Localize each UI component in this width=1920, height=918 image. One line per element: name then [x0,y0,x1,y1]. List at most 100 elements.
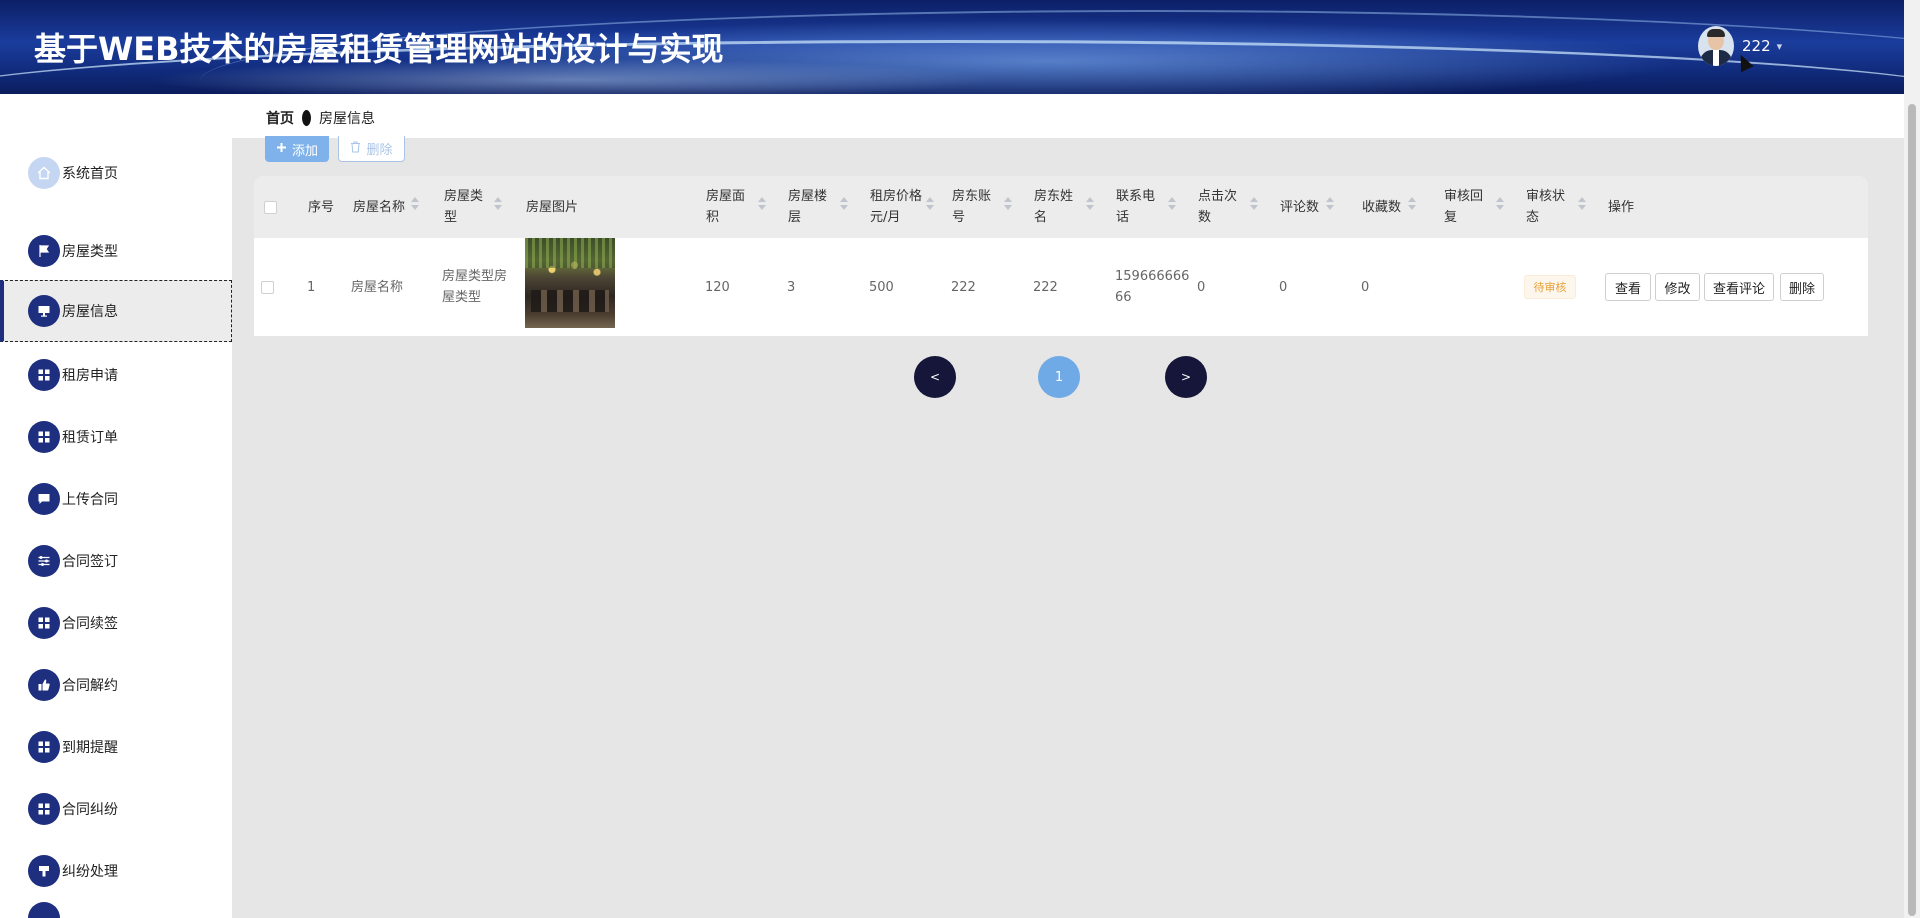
col-header-actions: 操作 [1608,199,1635,215]
col-header-price[interactable]: 租房价格元/月 [870,176,934,238]
grid-icon [28,793,60,825]
cell-area: 120 [705,279,730,295]
col-header-image: 房屋图片 [526,199,579,215]
sidebar-item-label: 合同纠纷 [62,802,118,818]
cell-floor: 3 [787,279,796,295]
grid-icon [28,607,60,639]
sidebar-item-home[interactable]: 系统首页 [0,142,232,204]
sidebar-item-label: 到期提醒 [62,740,118,756]
sidebar-item-label: 合同签订 [62,554,118,570]
sidebar-item-label: 纠纷处理 [62,864,118,880]
col-header-area[interactable]: 房屋面积 [706,176,766,238]
site-title: 基于WEB技术的房屋租赁管理网站的设计与实现 [34,30,724,68]
sort-icon[interactable] [1086,197,1094,210]
delete-row-button[interactable]: 删除 [1780,273,1824,301]
col-header-floor[interactable]: 房屋楼层 [788,176,848,238]
sort-icon[interactable] [1250,197,1258,210]
sliders-icon [28,545,60,577]
home-icon [28,157,60,189]
plus-icon [276,142,287,157]
sidebar-item-partial[interactable] [0,902,232,918]
delete-button-label: 删除 [366,143,393,158]
sidebar-item-house-info[interactable]: 房屋信息 [0,280,232,342]
sidebar-item-expiry-reminder[interactable]: 到期提醒 [0,716,232,778]
table-header: 序号 房屋名称 房屋类型 房屋图片 房屋面积 房屋楼层 租房价格元/月 房东账号… [254,176,1868,238]
row-checkbox[interactable] [261,281,274,294]
sort-icon[interactable] [494,197,502,210]
sort-icon[interactable] [1578,197,1586,210]
col-header-type[interactable]: 房屋类型 [444,176,502,238]
sidebar-item-contract-renewal[interactable]: 合同续签 [0,592,232,654]
col-header-review-status[interactable]: 审核状态 [1526,176,1586,238]
sidebar-item-contract-disputes[interactable]: 合同纠纷 [0,778,232,840]
cell-clicks: 0 [1197,279,1206,295]
sort-icon[interactable] [411,197,419,210]
sort-icon[interactable] [758,197,766,210]
table-row: 1 房屋名称 房屋类型房屋类型 120 3 500 222 222 159666… [254,238,1868,336]
sort-icon[interactable] [926,197,934,210]
avatar[interactable] [1698,26,1734,66]
sidebar-item-contract-termination[interactable]: 合同解约 [0,654,232,716]
grid-icon [28,421,60,453]
breadcrumb-bar: 首页 房屋信息 [232,94,1904,138]
cell-name: 房屋名称 [351,279,404,295]
grid-icon [28,902,60,918]
col-header-comments[interactable]: 评论数 [1280,176,1334,238]
chat-icon [28,483,60,515]
house-image-thumbnail[interactable] [525,238,615,328]
sidebar-item-label: 合同续签 [62,616,118,632]
breadcrumb-current: 房屋信息 [319,111,375,127]
sort-icon[interactable] [1326,197,1334,210]
cell-favorites: 0 [1361,279,1370,295]
col-header-index: 序号 [308,199,335,215]
next-page-button[interactable]: > [1165,356,1207,398]
sidebar-item-rental-orders[interactable]: 租赁订单 [0,406,232,468]
sort-icon[interactable] [1408,197,1416,210]
col-header-favorites[interactable]: 收藏数 [1362,176,1416,238]
top-header: 基于WEB技术的房屋租赁管理网站的设计与实现 222 ▾ [0,0,1904,94]
sidebar-item-rental-applications[interactable]: 租房申请 [0,344,232,406]
sidebar-item-contract-signing[interactable]: 合同签订 [0,530,232,592]
prev-page-button[interactable]: < [914,356,956,398]
sidebar-item-label: 房屋类型 [62,244,118,260]
sidebar: 系统首页 房屋类型 房屋信息 租房申请 租赁订单 上传合同 合同签订 合同续签 … [0,94,232,918]
house-info-table: 序号 房屋名称 房屋类型 房屋图片 房屋面积 房屋楼层 租房价格元/月 房东账号… [254,176,1868,336]
scrollbar-thumb[interactable] [1908,104,1916,916]
sidebar-item-label: 租赁订单 [62,430,118,446]
grid-icon [28,731,60,763]
sidebar-item-upload-contract[interactable]: 上传合同 [0,468,232,530]
chevron-down-icon[interactable]: ▾ [1777,40,1783,53]
thumb-up-icon [28,669,60,701]
breadcrumb-separator-icon [302,110,311,126]
sort-icon[interactable] [1004,197,1012,210]
col-header-phone[interactable]: 联系电话 [1116,176,1176,238]
sort-icon[interactable] [1496,197,1504,210]
cell-comments: 0 [1279,279,1288,295]
col-header-landlord-name[interactable]: 房东姓名 [1034,176,1094,238]
sidebar-item-label: 系统首页 [62,166,118,182]
col-header-landlord-account[interactable]: 房东账号 [952,176,1012,238]
add-button[interactable]: 添加 [265,136,329,162]
col-header-review-reply[interactable]: 审核回复 [1444,176,1504,238]
flag-icon [28,235,60,267]
sidebar-item-dispute-handling[interactable]: 纠纷处理 [0,840,232,902]
grid-icon [28,359,60,391]
sort-icon[interactable] [840,197,848,210]
breadcrumb-home-link[interactable]: 首页 [266,108,294,128]
col-header-name[interactable]: 房屋名称 [353,176,419,238]
sidebar-item-label: 房屋信息 [62,304,118,320]
trash-icon [350,141,361,157]
sort-icon[interactable] [1168,197,1176,210]
status-badge: 待审核 [1524,275,1576,299]
select-all-checkbox[interactable] [264,201,277,214]
page-number-button[interactable]: 1 [1038,356,1080,398]
sidebar-item-house-types[interactable]: 房屋类型 [0,220,232,282]
col-header-clicks[interactable]: 点击次数 [1198,176,1258,238]
vertical-scrollbar[interactable] [1904,0,1920,918]
view-button[interactable]: 查看 [1605,273,1651,301]
add-button-label: 添加 [291,143,318,159]
sidebar-item-label: 租房申请 [62,368,118,384]
batch-delete-button[interactable]: 删除 [338,136,405,162]
view-comments-button[interactable]: 查看评论 [1704,273,1774,301]
edit-button[interactable]: 修改 [1655,273,1700,301]
